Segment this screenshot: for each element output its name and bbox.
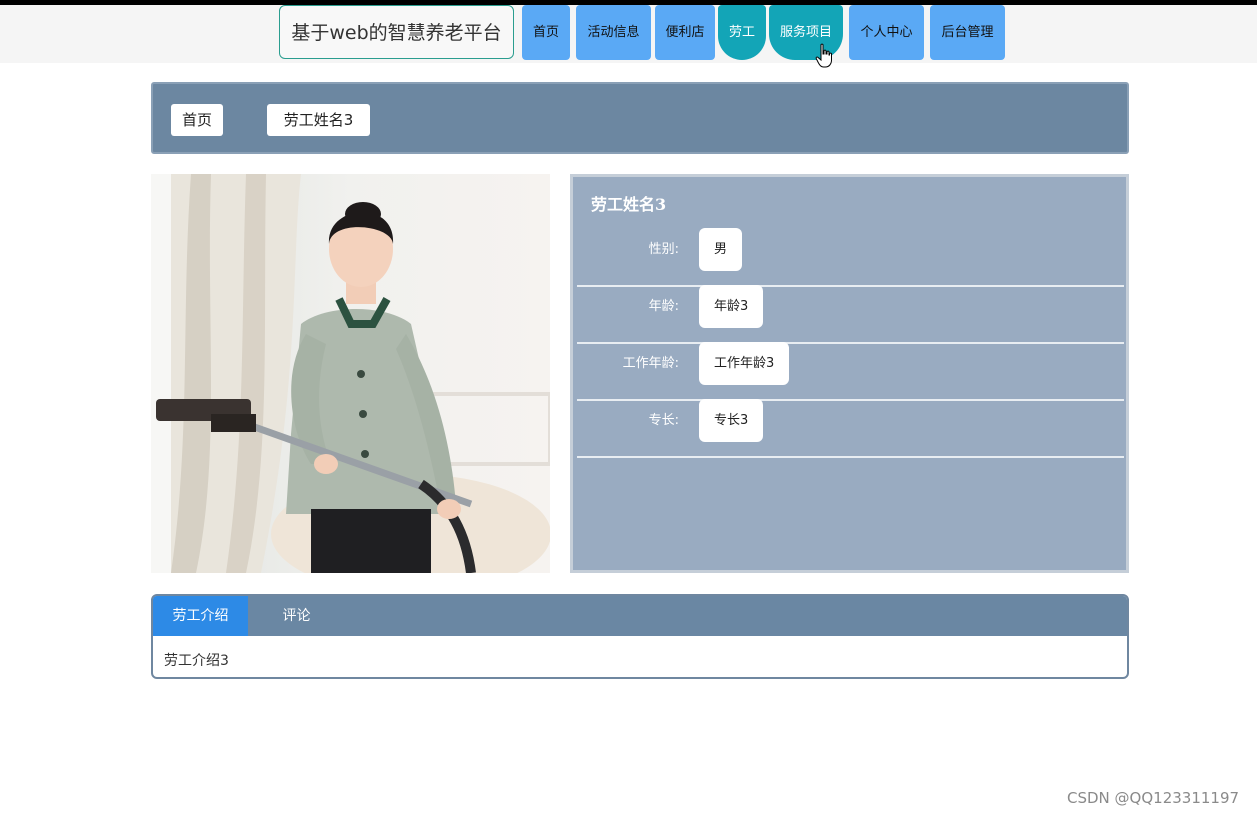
worker-name: 劳工姓名3 — [591, 195, 667, 214]
info-row-age: 年龄: 年龄3 — [577, 285, 1124, 344]
worker-photo — [151, 174, 550, 573]
info-value: 年龄3 — [699, 285, 764, 328]
info-row-specialty: 专长: 专长3 — [577, 399, 1124, 458]
breadcrumb: 首页 劳工姓名3 — [151, 82, 1129, 154]
nav-activities[interactable]: 活动信息 — [576, 5, 651, 60]
nav-admin[interactable]: 后台管理 — [930, 5, 1005, 60]
detail-tabs: 劳工介绍 评论 劳工介绍3 — [151, 594, 1129, 679]
nav-workers[interactable]: 劳工 — [718, 5, 766, 60]
info-label: 年龄: — [648, 299, 679, 314]
info-value: 工作年龄3 — [699, 342, 790, 385]
nav-personal-center[interactable]: 个人中心 — [849, 5, 924, 60]
tab-worker-intro[interactable]: 劳工介绍 — [153, 596, 248, 636]
hand-cursor-icon — [815, 43, 832, 68]
tab-content: 劳工介绍3 — [164, 653, 229, 669]
site-title[interactable]: 基于web的智慧养老平台 — [279, 5, 514, 59]
info-value: 男 — [699, 228, 743, 271]
watermark: CSDN @QQ123311197 — [1067, 789, 1240, 807]
nav-home[interactable]: 首页 — [522, 5, 570, 60]
tab-comments[interactable]: 评论 — [249, 596, 344, 636]
info-label: 性别: — [648, 242, 679, 257]
nav-convenience-store[interactable]: 便利店 — [655, 5, 715, 60]
worker-info-panel: 劳工姓名3 性别: 男 年龄: 年龄3 工作年龄: 工作年龄3 专长: 专长3 — [570, 174, 1129, 573]
breadcrumb-home[interactable]: 首页 — [171, 104, 223, 136]
tab-header: 劳工介绍 评论 — [153, 596, 1127, 636]
info-row-work-years: 工作年龄: 工作年龄3 — [577, 342, 1124, 401]
breadcrumb-current[interactable]: 劳工姓名3 — [267, 104, 370, 136]
info-row-gender: 性别: 男 — [577, 228, 1124, 287]
info-label: 工作年龄: — [622, 356, 679, 371]
info-value: 专长3 — [699, 399, 764, 442]
info-label: 专长: — [648, 413, 679, 428]
